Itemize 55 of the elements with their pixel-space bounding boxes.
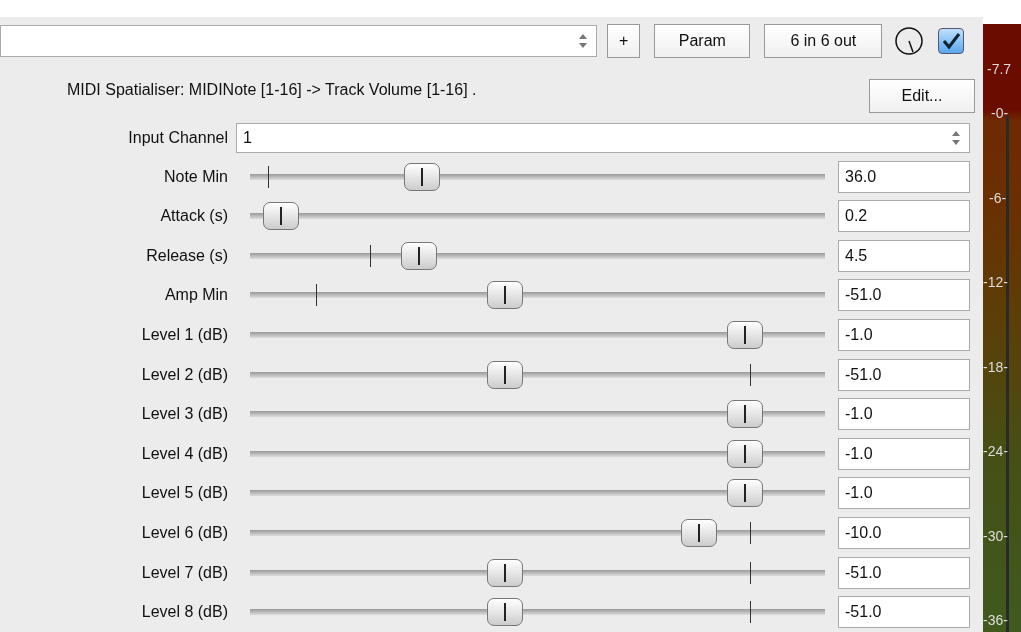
slider-thumb[interactable] <box>487 360 524 389</box>
slider-thumb[interactable] <box>727 439 763 468</box>
param-label: Amp Min <box>163 285 228 306</box>
slider-thumb[interactable] <box>262 202 299 231</box>
param-label: Level 4 (dB) <box>140 443 228 464</box>
slider-thumb[interactable] <box>487 558 524 587</box>
description-text: MIDI Spatialiser: MIDINote [1-16] -> Track Volume [1-16] . <box>67 79 478 100</box>
add-button[interactable]: + <box>607 23 641 58</box>
peak-reading: -7.7 <box>987 62 1012 76</box>
value-field[interactable]: 4.5 <box>838 239 970 272</box>
value-field[interactable]: -1.0 <box>838 437 970 470</box>
slider-thumb[interactable] <box>681 519 718 547</box>
value-field[interactable]: -1.0 <box>838 477 970 510</box>
param-label: Attack (s) <box>159 206 228 227</box>
value-field[interactable]: -51.0 <box>838 279 970 312</box>
param-label: Level 6 (dB) <box>140 523 228 543</box>
slider-thumb[interactable] <box>404 162 441 191</box>
meter-scale-label: -30- <box>983 528 1008 543</box>
knob-icon[interactable] <box>894 25 925 56</box>
value-field[interactable]: 0.2 <box>838 200 970 233</box>
param-label: Note Min <box>162 166 228 187</box>
channel-dropdown[interactable]: 1 <box>236 122 970 153</box>
value-field[interactable]: -1.0 <box>838 319 970 352</box>
enable-checkbox[interactable] <box>938 27 965 54</box>
stepper-arrows-icon <box>578 32 588 49</box>
meter-scale-label: -6- <box>989 190 1007 205</box>
edit-button[interactable]: Edit... <box>869 78 975 113</box>
meter-scale-label: -12- <box>983 275 1008 289</box>
slider-thumb[interactable] <box>400 241 437 270</box>
slider-thumb[interactable] <box>487 598 524 627</box>
param-label: Level 3 (dB) <box>140 404 228 425</box>
value-field[interactable]: 36.0 <box>838 160 970 193</box>
param-label: Level 2 (dB) <box>140 364 228 385</box>
param-label: Level 1 (dB) <box>140 325 228 346</box>
value-field[interactable]: -10.0 <box>838 517 970 549</box>
param-label: Level 5 (dB) <box>140 483 228 504</box>
value-field[interactable]: -51.0 <box>838 556 970 589</box>
slider-thumb[interactable] <box>727 321 763 350</box>
io-button[interactable]: 6 in 6 out <box>764 23 883 58</box>
slider-thumb[interactable] <box>727 400 763 429</box>
param-label: Level 7 (dB) <box>140 562 228 583</box>
stepper-arrows-icon <box>951 129 961 146</box>
slider-thumb[interactable] <box>487 281 524 310</box>
slider-thumb[interactable] <box>727 479 763 508</box>
value-field[interactable]: -1.0 <box>838 398 970 431</box>
field-label: Input Channel <box>127 127 228 148</box>
param-label: Level 8 (dB) <box>140 602 228 623</box>
meter-scale-label: -36- <box>983 613 1008 627</box>
value-field[interactable]: -51.0 <box>838 596 970 629</box>
value-field[interactable]: -51.0 <box>838 358 970 391</box>
meter-scale-label: -24- <box>983 444 1008 458</box>
param-label: Release (s) <box>145 245 228 266</box>
meter-scale-label: -18- <box>983 359 1008 374</box>
param-button[interactable]: Param <box>654 23 751 58</box>
meter-scale-label: -0- <box>991 106 1009 120</box>
